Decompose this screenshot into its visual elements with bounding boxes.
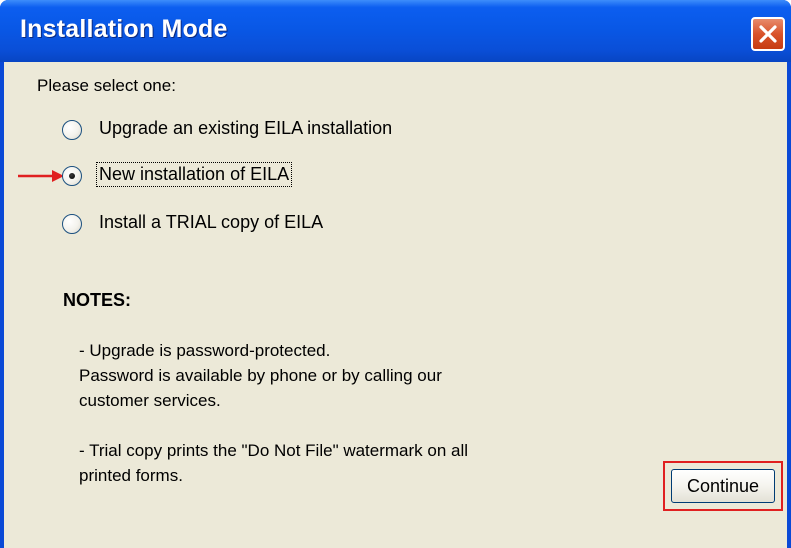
notes-text: - Upgrade is password-protected. Passwor…: [79, 338, 619, 488]
notes-spacer: [79, 413, 619, 438]
close-icon: [759, 25, 777, 43]
notes-line: printed forms.: [79, 466, 183, 485]
option-new-installation-label[interactable]: New installation of EILA: [95, 162, 293, 187]
radio-upgrade[interactable]: [62, 120, 82, 140]
close-button[interactable]: [751, 17, 785, 51]
notes-line: - Trial copy prints the "Do Not File" wa…: [79, 441, 469, 460]
continue-button[interactable]: Continue: [671, 469, 775, 503]
title-bar[interactable]: Installation Mode: [0, 0, 791, 62]
notes-line: customer services.: [79, 391, 221, 410]
radio-selected-dot: [69, 173, 75, 179]
notes-heading: NOTES:: [63, 290, 132, 310]
radio-new-installation[interactable]: [62, 166, 82, 186]
dialog-body: Please select one: Upgrade an existing E…: [4, 62, 787, 548]
selection-prompt: Please select one:: [37, 76, 176, 95]
window-title: Installation Mode: [20, 15, 228, 43]
notes-line: Password is available by phone or by cal…: [79, 366, 442, 385]
option-upgrade-label[interactable]: Upgrade an existing EILA installation: [99, 118, 392, 139]
arrow-right-icon: [18, 170, 64, 182]
radio-trial[interactable]: [62, 214, 82, 234]
installation-mode-window: Installation Mode Please select one: Upg…: [0, 0, 791, 548]
option-trial-label[interactable]: Install a TRIAL copy of EILA: [99, 212, 323, 233]
notes-line: - Upgrade is password-protected.: [79, 341, 331, 360]
continue-highlight-box: Continue: [663, 461, 783, 511]
